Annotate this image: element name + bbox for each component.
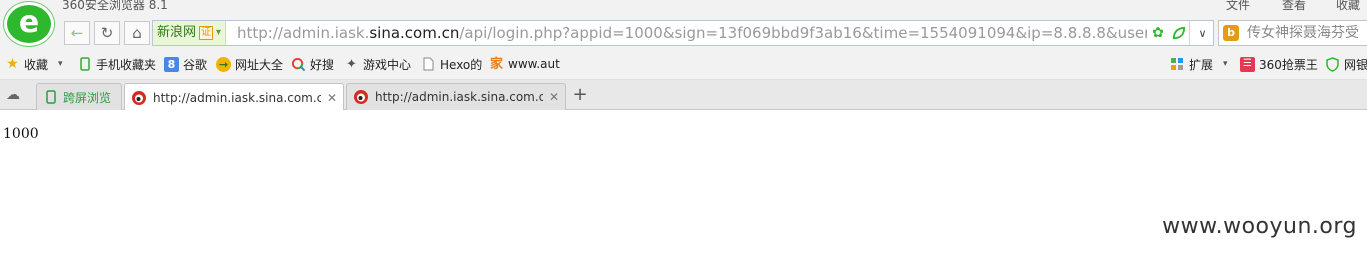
tab-label: http://admin.iask.sina.com.cn [375,90,543,104]
watermark: www.wooyun.org [1162,214,1357,239]
certificate-icon: 证 [199,26,214,40]
response-text: 1000 [3,126,39,142]
refresh-button[interactable]: ↻ [94,21,120,45]
tab-cross-screen[interactable]: 跨屏浏览 [36,83,122,110]
title-bar: 360安全浏览器 8.1 文件 查看 收藏 [0,0,1367,18]
refresh-icon: ↻ [100,24,114,42]
search-box[interactable]: b 传女神探聂海芬受 [1218,20,1367,46]
gamepad-icon: ✦ [346,56,357,72]
menu-view[interactable]: 查看 [1282,0,1306,13]
url-path: /api/login.php?appid=1000&sign=13f069bbd… [459,24,1147,42]
leaf-icon[interactable] [1169,24,1187,42]
home-button[interactable]: ⌂ [124,21,150,45]
bookmark-label: 收藏 [24,57,49,72]
online-banking-button[interactable]: 网银 [1325,55,1367,73]
chevron-down-icon: ∨ [1198,26,1207,40]
ticket-icon: ☰ [1240,56,1255,72]
bookmark-label: www.aut [508,57,560,71]
bookmark-www-aut[interactable]: 家 www.aut [489,55,560,73]
tab-label: http://admin.iask.sina.com.cn [153,90,321,105]
search-engine-icon[interactable]: b [1223,25,1239,41]
home-icon: 家 [489,56,503,72]
tab-inactive[interactable]: http://admin.iask.sina.com.cn ✕ [346,83,566,110]
cloud-icon[interactable]: ☁ [6,88,22,102]
globe-icon: → [216,56,231,72]
tab-active[interactable]: http://admin.iask.sina.com.cn ✕ [124,83,344,111]
apps-icon [1170,57,1185,72]
ticket-app-label: 360抢票王 [1259,57,1318,72]
bookmark-label: 好搜 [310,57,335,72]
phone-icon [43,89,59,105]
bookmark-label: 谷歌 [183,57,208,72]
close-icon[interactable]: ✕ [327,91,337,105]
chevron-down-icon[interactable]: ▾ [58,59,63,69]
bookmark-mobile[interactable]: 手机收藏夹 [77,55,156,73]
address-toolbar: ← ↻ ⌂ 新浪网 证 ▾ http://admin.iask.sina.com… [0,18,1367,48]
bookmarks-bar: ★ 收藏 ▾ 手机收藏夹 8 谷歌 → 网址大全 好搜 ✦ 游戏中心 Hexo的… [0,48,1367,80]
app-title: 360安全浏览器 8.1 [62,0,168,12]
bookmark-game-center[interactable]: ✦ 游戏中心 [344,55,411,73]
page-content: 1000 www.wooyun.org [0,110,1367,256]
weibo-icon [353,89,369,105]
bookmark-favorites[interactable]: ★ 收藏 ▾ [5,55,63,73]
bookmark-google[interactable]: 8 谷歌 [164,55,207,73]
chevron-down-icon: ▾ [216,27,222,38]
address-bar[interactable]: 新浪网 证 ▾ http://admin.iask.sina.com.cn/ap… [152,20,1214,46]
home-icon: ⌂ [132,24,142,42]
search-input[interactable]: 传女神探聂海芬受 [1247,21,1359,45]
page-icon [421,57,436,72]
weibo-icon [131,90,147,106]
menu-file[interactable]: 文件 [1226,0,1250,13]
bookmark-directory[interactable]: → 网址大全 [216,55,283,73]
browser-logo-icon[interactable]: e [4,2,54,46]
site-name: 新浪网 [157,25,197,40]
speed-mode-icon[interactable]: ✿ [1149,24,1167,42]
tab-strip: ☁ 跨屏浏览 http://admin.iask.sina.com.cn ✕ h… [0,80,1367,111]
menu-favorites[interactable]: 收藏 [1336,0,1360,13]
back-button[interactable]: ← [64,21,90,45]
google-icon: 8 [164,56,179,72]
bookmark-haosou[interactable]: 好搜 [291,55,334,73]
extensions-button[interactable]: 扩展 ▾ [1170,55,1228,73]
new-tab-button[interactable]: + [570,86,590,106]
close-icon[interactable]: ✕ [549,90,559,104]
bookmark-label: 网址大全 [235,57,284,72]
bookmark-label: 游戏中心 [363,57,412,72]
bookmark-label: 手机收藏夹 [96,57,157,72]
bookmark-label: Hexo的 [440,57,483,72]
shield-icon [1325,56,1340,72]
url-prefix: http://admin.iask. [237,24,370,42]
url-input[interactable]: http://admin.iask.sina.com.cn/api/login.… [237,21,1147,45]
ticket-app-button[interactable]: ☰ 360抢票王 [1240,55,1318,73]
star-icon: ★ [6,56,19,72]
online-banking-label: 网银 [1344,57,1367,72]
back-arrow-icon: ← [70,24,84,42]
url-domain: sina.com.cn [369,24,460,42]
chevron-down-icon[interactable]: ▾ [1223,59,1228,69]
search-icon [291,57,306,72]
bookmark-hexo[interactable]: Hexo的 [421,55,482,73]
address-dropdown-button[interactable]: ∨ [1189,21,1215,45]
site-identity-badge[interactable]: 新浪网 证 ▾ [153,21,227,45]
tab-label: 跨屏浏览 [63,90,112,105]
phone-icon [77,57,92,72]
extensions-label: 扩展 [1189,57,1214,72]
